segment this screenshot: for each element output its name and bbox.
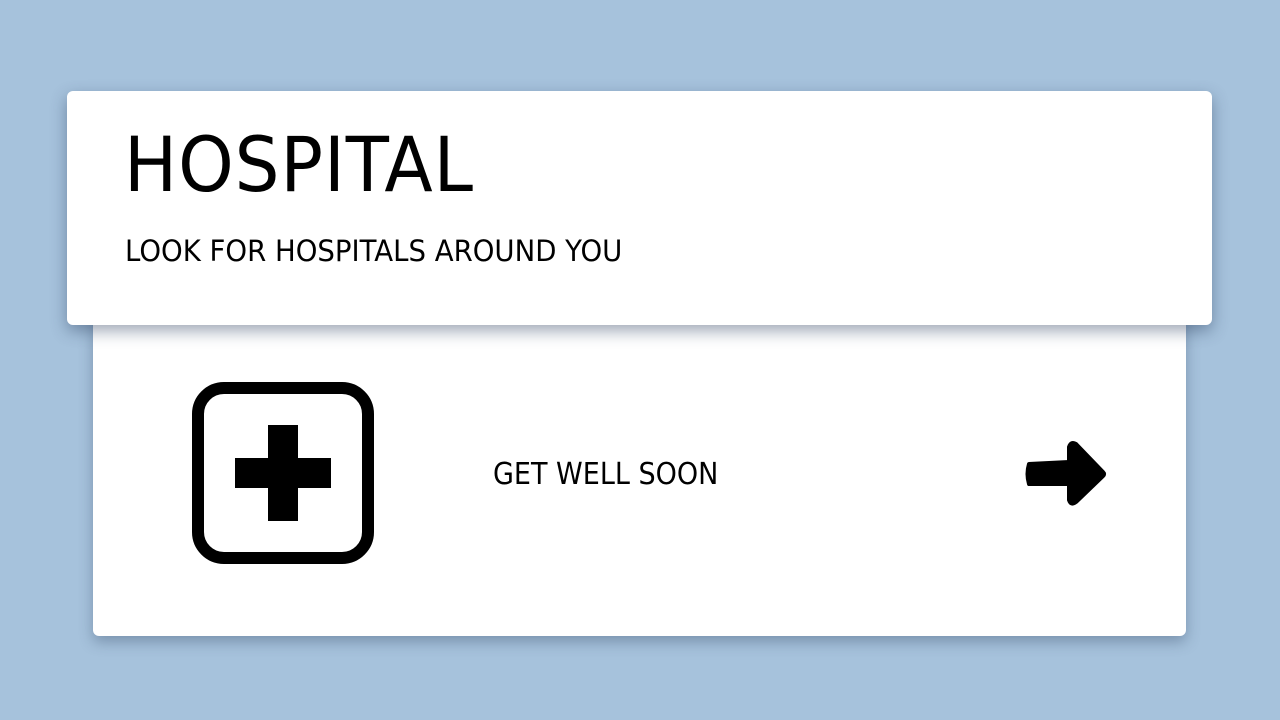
arrow-right-button[interactable] [1023, 438, 1109, 510]
arrow-right-icon [1025, 441, 1106, 506]
hospital-card-body: GET WELL SOON [93, 300, 1186, 636]
header-card: HOSPITAL LOOK FOR HOSPITALS AROUND YOU [67, 91, 1212, 325]
page-title: HOSPITAL [124, 120, 474, 209]
page-subtitle: LOOK FOR HOSPITALS AROUND YOU [125, 234, 623, 268]
hospital-cross-icon [192, 382, 374, 564]
tagline-text: GET WELL SOON [493, 457, 719, 492]
